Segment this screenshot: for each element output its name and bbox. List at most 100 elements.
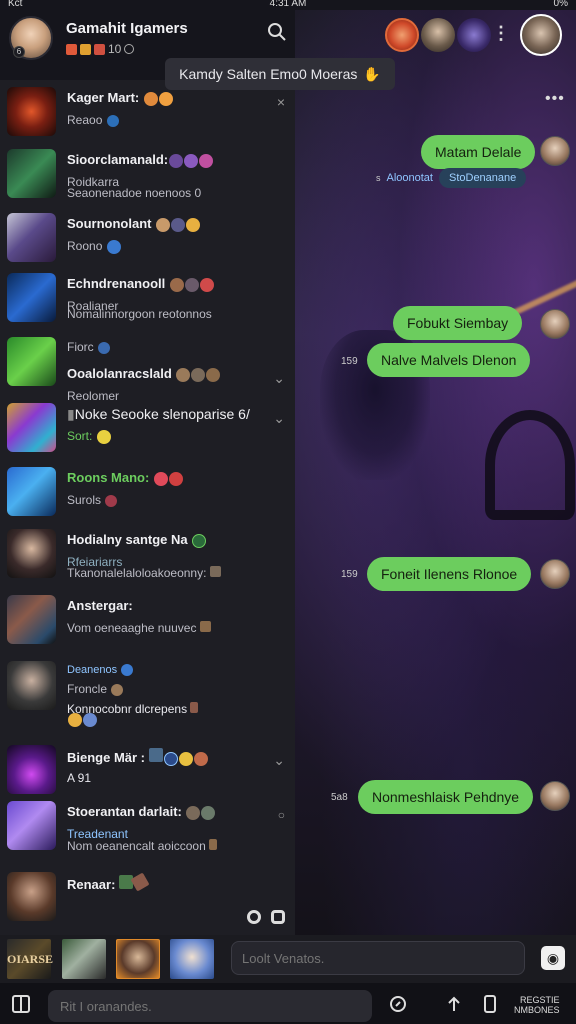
system-marker: s: [376, 173, 381, 183]
game-thumbnail: [7, 661, 56, 710]
message-bubble[interactable]: Matam Delale: [421, 135, 536, 169]
emoji-icon: [199, 153, 214, 168]
bottom-label-top: REGSTIE: [520, 995, 560, 1005]
emoji-icon: [190, 702, 199, 713]
info-icon[interactable]: [124, 44, 135, 54]
emoji-icon: [209, 566, 221, 577]
search-icon[interactable]: [266, 22, 288, 44]
emoji-icon: [130, 872, 150, 892]
conversation-name: Renaar:: [67, 872, 150, 892]
emoji-icon: [156, 217, 171, 232]
conversation-name: Bienge Mär :: [67, 748, 208, 766]
bottom-bar: REGSTIE NMBONES: [0, 983, 576, 1024]
message-bubble[interactable]: Nalve Malvels Dlenon: [367, 343, 531, 377]
group-title[interactable]: Gamahit Igamers: [66, 20, 188, 37]
list-item[interactable]: Deanenos Froncle Konnocobnr dlcrepens: [0, 656, 295, 716]
chevron-down-icon[interactable]: ⌄: [273, 370, 285, 387]
game-thumbnail: [7, 529, 56, 578]
record-icon[interactable]: [247, 910, 261, 924]
verified-icon: [106, 114, 119, 127]
participant-avatar[interactable]: [457, 18, 491, 52]
tray-thumbnail[interactable]: [116, 939, 160, 979]
game-thumbnail: [7, 801, 56, 850]
badge-icon: [66, 43, 77, 55]
game-thumbnail: [7, 87, 56, 136]
message-time: 5a8: [331, 792, 348, 803]
tray-thumbnail[interactable]: OIARSE: [7, 939, 53, 979]
tray-thumbnail[interactable]: [170, 939, 214, 979]
self-avatar[interactable]: [520, 14, 562, 56]
list-item[interactable]: Kager Mart: Reaoo ×: [0, 82, 295, 142]
participant-avatar[interactable]: [421, 18, 455, 52]
search-input[interactable]: [48, 990, 372, 1022]
conversation-preview: Reaoo: [67, 113, 119, 127]
system-pill[interactable]: StoDenanane: [438, 168, 527, 188]
badge-icon: [80, 43, 91, 55]
message-time: 159: [341, 356, 358, 367]
emoji-icon: [148, 748, 163, 762]
emoji-icon: [158, 91, 173, 106]
camera-icon[interactable]: ◉: [541, 946, 565, 970]
system-message: s Aloonotat StoDenanane: [376, 168, 527, 188]
group-avatar[interactable]: 6: [9, 16, 53, 60]
message-bubble[interactable]: Fobukt Siembay: [393, 306, 523, 340]
emoji-icon: [111, 683, 124, 696]
game-thumbnail: [7, 273, 56, 322]
emoji-icon: [143, 91, 158, 106]
share-icon[interactable]: [446, 995, 462, 1018]
conversation-list[interactable]: Kager Mart: Reaoo × Sioorclamanald: Roid…: [0, 80, 295, 935]
chevron-down-icon[interactable]: ⌄: [273, 752, 285, 769]
conversation-preview: Sort:: [67, 429, 111, 444]
globe-icon: [106, 239, 121, 254]
conversation-preview: Surols: [67, 493, 118, 507]
conversation-name: Stoerantan darlait:: [67, 804, 216, 820]
conversation-name: Sioorclamanald:: [67, 152, 214, 168]
conversation-name: Ooalolanracslald: [67, 366, 221, 382]
list-item[interactable]: ▮Noke Seooke slenoparise 6/ Sort: ⌄: [0, 398, 295, 458]
more-icon[interactable]: ○: [278, 808, 285, 822]
more-vertical-icon[interactable]: ⋮: [490, 22, 512, 44]
participant-avatar[interactable]: [385, 18, 419, 52]
message-bubble[interactable]: Foneit Ilenens Rlonoe: [367, 557, 532, 591]
emoji-icon: [105, 494, 118, 507]
status-dot: 6: [13, 46, 25, 58]
conversation-name: Fiorc: [67, 340, 111, 354]
emoji-icon: [68, 712, 82, 727]
emoji-icon: [176, 367, 191, 382]
conversation-preview: A 91: [67, 771, 92, 785]
conversation-preview: Froncle: [67, 682, 124, 696]
conversation-preview-extra: Seaonenadoe noenoos 0: [67, 186, 202, 200]
emoji-icon: [201, 805, 216, 820]
list-item[interactable]: Bienge Mär : A 91 ⌄: [0, 740, 295, 800]
sidebar-toggle-icon[interactable]: [12, 995, 30, 1013]
emoji-icon: [169, 153, 184, 168]
status-left: Kct: [8, 0, 23, 9]
emoji-icon: [209, 839, 218, 850]
emoji-icon: [169, 277, 184, 292]
tray-thumbnail[interactable]: [62, 939, 106, 979]
emoji-icon: [199, 277, 214, 292]
bottom-label[interactable]: REGSTIE NMBONES: [514, 995, 560, 1015]
gif-icon[interactable]: [389, 995, 407, 1018]
more-horizontal-icon[interactable]: •••: [545, 90, 565, 108]
list-item[interactable]: Sournonolant Roono: [0, 208, 295, 268]
message-bubble[interactable]: Nonmeshlaisk Pehdnye: [358, 780, 534, 814]
close-icon[interactable]: ×: [277, 94, 285, 110]
game-thumbnail: [7, 872, 56, 921]
list-item[interactable]: Roons Mano: Surols: [0, 462, 295, 522]
conversation-name: Roons Mano:: [67, 470, 183, 486]
status-time: 4:31 AM: [269, 0, 307, 9]
composer-row: OIARSE ◉: [0, 935, 576, 983]
member-count: 10: [108, 42, 122, 56]
pin-icon: ▮: [67, 406, 75, 422]
chevron-down-icon[interactable]: ⌄: [273, 410, 285, 427]
settings-icon[interactable]: [271, 910, 285, 924]
pinned-banner[interactable]: Kamdy Salten Emo0 Moeras ✋: [165, 58, 395, 90]
list-item[interactable]: Anstergar: Vom oeneaaghe nuuvec: [0, 590, 295, 650]
message-input[interactable]: [231, 941, 525, 975]
conversation-preview-extra: Nomalinnorgoon reotonnos: [67, 307, 212, 321]
phone-icon[interactable]: [483, 995, 497, 1018]
conversation-name: Deanenos: [67, 664, 134, 677]
emoji-icon: [163, 751, 178, 766]
emoji-icon: [184, 277, 199, 292]
